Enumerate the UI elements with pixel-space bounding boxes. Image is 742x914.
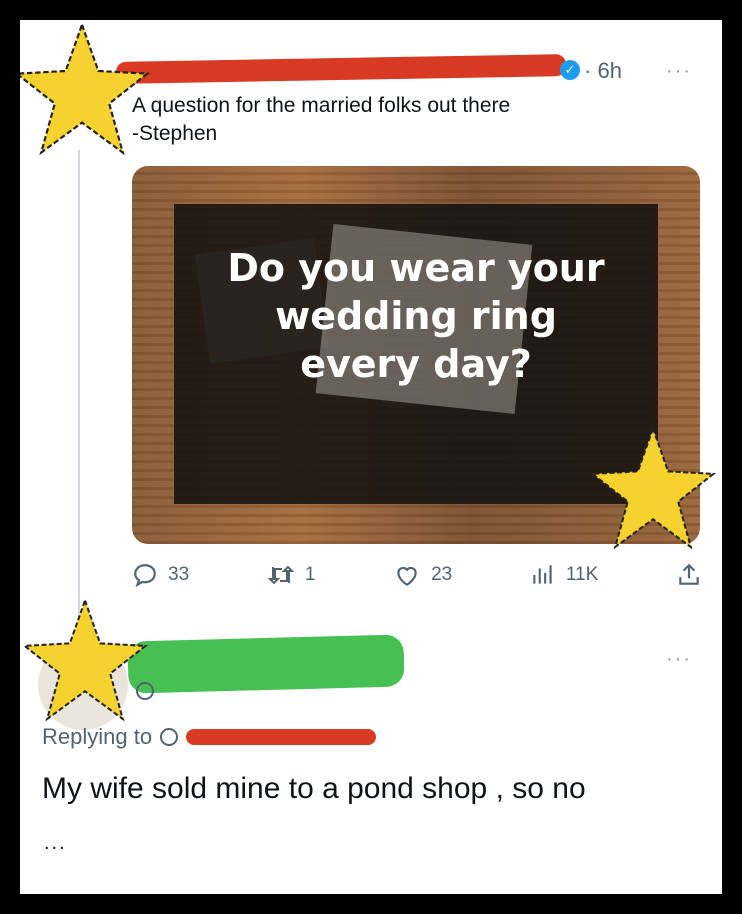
reply-icon <box>134 564 156 588</box>
reply-text: My wife sold mine to a pond shop , so no <box>42 772 586 805</box>
retweet-count: 1 <box>304 564 316 585</box>
screenshot-card: ✓ · 6h ··· A question for the married fo… <box>20 20 722 894</box>
verified-badge-icon: ✓ <box>560 60 580 80</box>
reply-more-options-icon[interactable]: ··· <box>666 648 692 671</box>
more-options-icon[interactable]: ··· <box>666 60 692 83</box>
replying-to: Replying to <box>42 724 377 750</box>
views-count: 11K <box>565 564 599 585</box>
star-icon-top-left <box>20 21 150 156</box>
retweet-action[interactable]: 1 <box>267 562 316 588</box>
redacted-replying-handle[interactable] <box>186 729 377 745</box>
tweet-text-line1: A question for the married folks out the… <box>132 94 511 117</box>
redacted-reply-username <box>127 634 405 694</box>
redacted-username <box>115 54 567 84</box>
share-action[interactable] <box>676 562 702 588</box>
share-icon <box>679 563 699 585</box>
star-icon-bottom-left <box>22 597 148 722</box>
tweet-time-value: 6h <box>597 58 622 83</box>
retweet-icon <box>267 565 295 585</box>
tweet-text-line2: -Stephen <box>132 122 218 145</box>
replying-to-avatar-icon <box>160 728 179 746</box>
media-overlay: Do you wear your wedding ring every day? <box>174 204 658 504</box>
reply-action[interactable]: 33 <box>132 562 189 588</box>
star-icon-middle-right <box>590 425 716 550</box>
reply-ellipsis: ... <box>44 832 67 854</box>
tweet-actions: 33 1 23 11K <box>132 562 702 588</box>
media-text-1: Do you wear your <box>227 246 605 290</box>
replying-to-label: Replying to <box>42 724 153 749</box>
tweet-text: A question for the married folks out the… <box>132 92 510 148</box>
media-text-3: every day? <box>300 342 532 386</box>
like-icon <box>397 566 417 587</box>
like-count: 23 <box>431 564 453 585</box>
views-icon <box>533 565 552 584</box>
like-action[interactable]: 23 <box>393 562 452 588</box>
views-action[interactable]: 11K <box>530 562 598 588</box>
media-text-2: wedding ring <box>275 294 557 338</box>
reply-count: 33 <box>168 564 190 585</box>
tweet-time[interactable]: · 6h <box>584 58 622 84</box>
